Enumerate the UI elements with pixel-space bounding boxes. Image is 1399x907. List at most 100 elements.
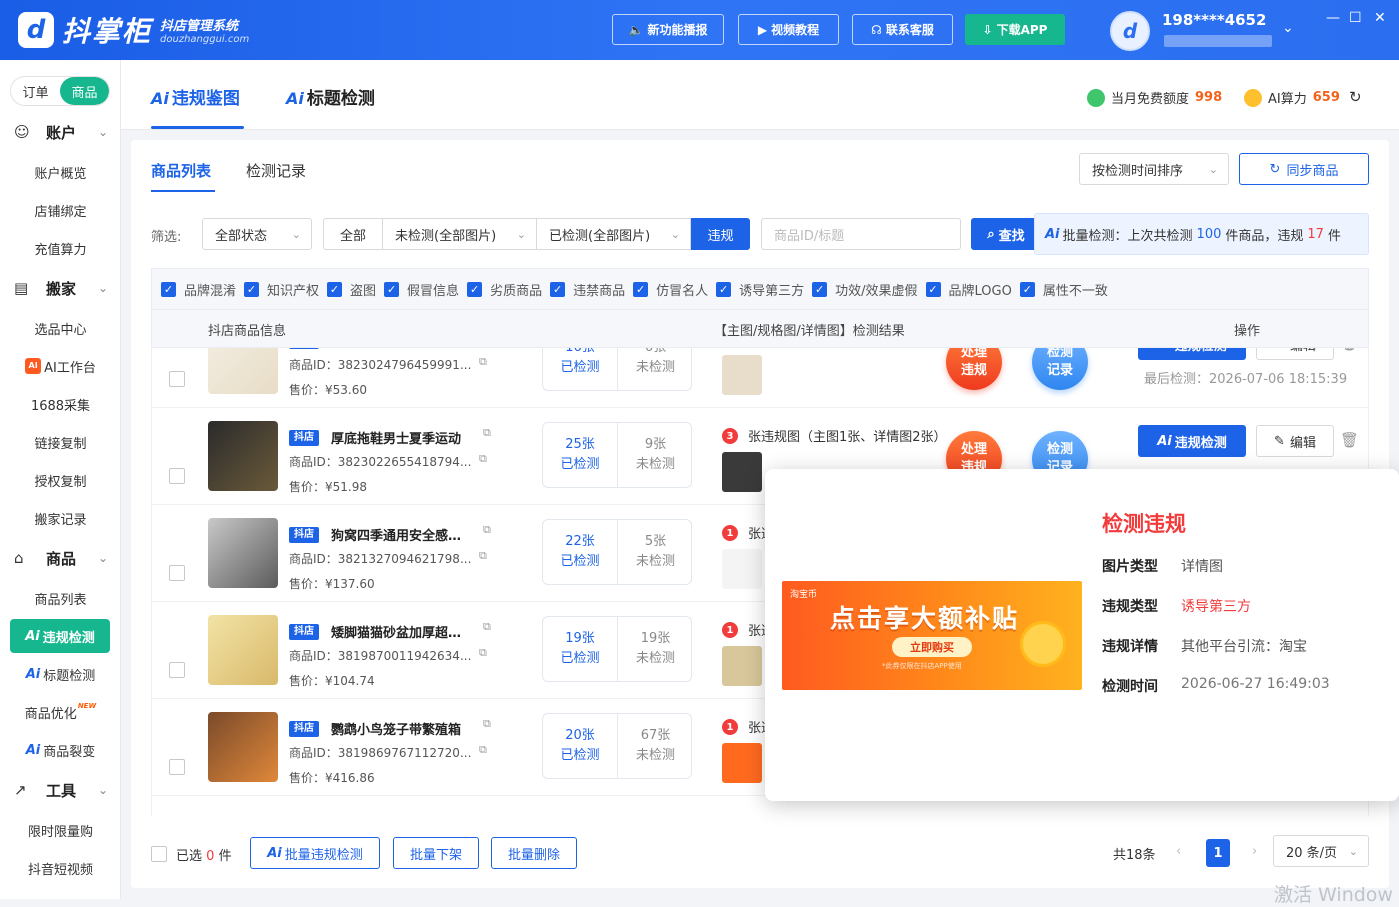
category-checkbox[interactable]: ✓ 仿冒名人 [633,280,708,299]
sidebar-item-auth-copy[interactable]: 授权复制 [0,468,121,492]
sync-products-button[interactable]: ↻ 同步商品 [1239,153,1369,185]
sidebar-group-account[interactable]: ☺ 账户 ⌄ [0,120,121,144]
row-checkbox[interactable] [169,759,185,775]
minimize-icon[interactable]: — [1326,10,1340,26]
sidebar-item-selection-center[interactable]: 选品中心 [0,316,121,340]
sidebar-item-flash-sale[interactable]: 限时限量购 [0,818,121,842]
avatar[interactable]: d [1110,11,1150,51]
sidebar-item-move-records[interactable]: 搬家记录 [0,506,121,530]
row-checkbox[interactable] [169,468,185,484]
category-checkbox[interactable]: ✓ 属性不一致 [1019,280,1108,299]
product-thumbnail[interactable] [208,712,278,782]
copy-icon[interactable]: ⧉ [479,452,487,466]
handle-violation-button[interactable]: 处理违规 [946,348,1002,390]
category-checkbox[interactable]: ✓ 功效/效果虚假 [812,280,918,299]
violation-thumbnail[interactable] [722,355,762,395]
category-checkbox[interactable]: ✓ 品牌混淆 [161,280,236,299]
subtab-detect-records[interactable]: 检测记录 [246,160,306,181]
unchecked-stat[interactable]: 9张 未检测 [618,423,693,487]
trash-icon[interactable]: 🗑 [1340,431,1359,449]
search-button[interactable]: ⌕ 查找 [971,218,1041,250]
category-checkbox[interactable]: ✓ 诱导第三方 [716,280,804,299]
select-all-checkbox[interactable] [151,846,167,862]
sidebar-item-violation-detect[interactable]: Ai 违规检测 [10,619,110,653]
video-tutorial-button[interactable]: ▶ 视频教程 [738,14,839,45]
row-checkbox[interactable] [169,371,185,387]
sidebar-item-ai-workbench[interactable]: AI AI工作台 [0,354,121,378]
sidebar-item-recharge[interactable]: 充值算力 [0,236,121,260]
product-title[interactable]: 白色洞洞鞋女款夏季外穿 [331,348,471,350]
current-page[interactable]: 1 [1206,839,1230,867]
sidebar-group-product[interactable]: ⌂ 商品 ⌄ [0,546,121,570]
checked-stat[interactable]: 19张 已检测 [543,617,618,681]
sidebar-item-short-video[interactable]: 抖音短视频 [0,856,121,880]
sidebar-item-title-detect[interactable]: Ai 标题检测 [0,662,121,686]
copy-icon[interactable]: ⧉ [479,743,487,757]
sidebar-item-account-overview[interactable]: 账户概览 [0,160,121,184]
subtab-product-list[interactable]: 商品列表 [151,160,211,181]
copy-icon[interactable]: ⧉ [479,549,487,563]
prev-page-icon[interactable]: ‹ [1176,844,1181,859]
new-feature-button[interactable]: 🔈 新功能播报 [612,14,724,45]
user-phone[interactable]: 198****4652 [1162,11,1266,29]
product-title[interactable]: 狗窝四季通用安全感宠物窝 [331,525,471,544]
copy-icon[interactable]: ⧉ [483,426,491,440]
category-checkbox[interactable]: ✓ 知识产权 [244,280,319,299]
violation-detect-button[interactable]: Ai违规检测 [1138,425,1246,457]
switch-orders[interactable]: 订单 [11,77,60,105]
trash-icon[interactable]: 🗑 [1340,348,1359,352]
sidebar-group-move[interactable]: ▤ 搬家 ⌄ [0,276,121,300]
tab-violation-image[interactable]: Ai 违规鉴图 [151,84,240,109]
checked-stat[interactable]: 20张 已检测 [543,714,618,778]
copy-icon[interactable]: ⧉ [479,355,487,369]
filter-all[interactable]: 全部 [323,218,383,250]
download-app-button[interactable]: ⇩ 下载APP [965,14,1065,45]
copy-icon[interactable]: ⧉ [483,717,491,731]
unchecked-stat[interactable]: 67张 未检测 [618,714,693,778]
product-title[interactable]: 鹦鹉小鸟笼子带繁殖箱 [331,719,471,738]
contact-service-button[interactable]: ☊ 联系客服 [852,14,953,45]
sidebar-item-link-copy[interactable]: 链接复制 [0,430,121,454]
violation-thumbnail[interactable] [722,452,762,492]
status-select[interactable]: 全部状态 ⌄ [202,218,312,250]
checked-stat[interactable]: 22张 已检测 [543,520,618,584]
violation-thumbnail[interactable] [722,549,762,589]
category-checkbox[interactable]: ✓ 品牌LOGO [925,280,1012,299]
batch-offshelf-button[interactable]: 批量下架 [393,837,479,869]
copy-icon[interactable]: ⧉ [483,523,491,537]
category-checkbox[interactable]: ✓ 违禁商品 [550,280,625,299]
sidebar-group-tools[interactable]: ↗ 工具 ⌄ [0,778,121,802]
checked-stat[interactable]: 25张 已检测 [543,423,618,487]
edit-button[interactable]: ✎编辑 [1256,425,1334,457]
chevron-down-icon[interactable]: ⌄ [1282,20,1294,36]
unchecked-stat[interactable]: 19张 未检测 [618,617,693,681]
checked-stat[interactable]: 16张已检测 [543,348,618,390]
violation-thumbnail[interactable] [722,743,762,783]
sidebar-item-product-fission[interactable]: Ai 商品裂变 [0,738,121,762]
category-checkbox[interactable]: ✓ 假冒信息 [384,280,459,299]
product-thumbnail[interactable] [208,421,278,491]
maximize-icon[interactable]: ☐ [1349,10,1362,26]
edit-button[interactable]: ✎编辑 [1256,348,1334,360]
sidebar-item-1688[interactable]: 1688采集 [0,392,121,416]
tab-title-detect[interactable]: Ai 标题检测 [286,84,375,109]
violation-thumbnail[interactable] [722,646,762,686]
row-checkbox[interactable] [169,565,185,581]
batch-violation-detect-button[interactable]: Ai 批量违规检测 [250,837,380,869]
unchecked-stat[interactable]: 5张 未检测 [618,520,693,584]
next-page-icon[interactable]: › [1252,844,1257,859]
filter-unchecked[interactable]: 未检测(全部图片) ⌄ [382,218,537,250]
sidebar-item-shop-binding[interactable]: 店铺绑定 [0,198,121,222]
filter-checked[interactable]: 已检测(全部图片) ⌄ [536,218,691,250]
page-size-select[interactable]: 20 条/页 ⌄ [1273,835,1369,867]
category-checkbox[interactable]: ✓ 劣质商品 [467,280,542,299]
product-thumbnail[interactable] [208,348,278,394]
unchecked-stat[interactable]: 6张未检测 [618,348,693,390]
category-checkbox[interactable]: ✓ 盗图 [327,280,376,299]
close-icon[interactable]: ✕ [1374,10,1386,26]
refresh-icon[interactable]: ↻ [1349,88,1362,106]
copy-icon[interactable]: ⧉ [483,620,491,634]
row-checkbox[interactable] [169,662,185,678]
switch-products[interactable]: 商品 [60,77,109,105]
product-thumbnail[interactable] [208,615,278,685]
